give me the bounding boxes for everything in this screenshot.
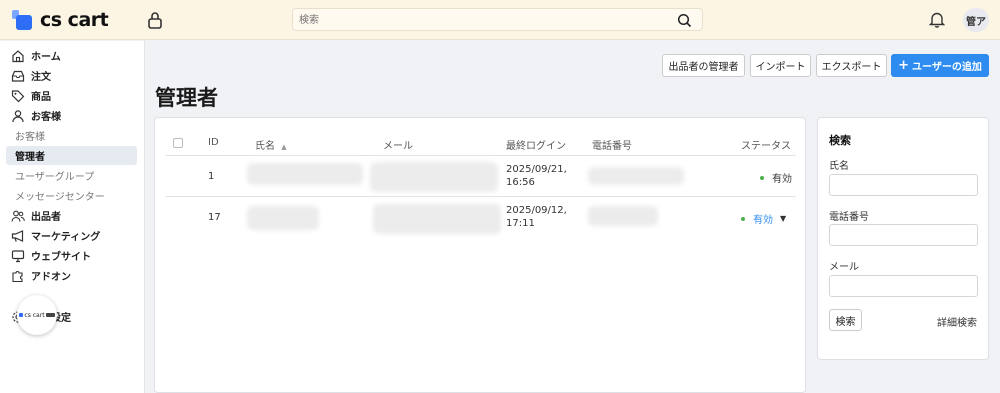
- sidebar-item-label: ユーザーグループ: [15, 172, 95, 183]
- last-login-time: 17:11: [506, 218, 535, 229]
- column-header-name-label: 氏名: [255, 141, 275, 152]
- search-panel: 検索 氏名 電話番号 メール 検索 詳細検索: [817, 117, 989, 360]
- cs-cart-badge[interactable]: cs cart: [17, 295, 57, 335]
- logo[interactable]: cs cart: [12, 8, 109, 32]
- column-header-last-login[interactable]: 最終ログイン: [506, 137, 566, 152]
- last-login-time: 16:56: [506, 177, 535, 188]
- redacted-email: [370, 162, 498, 192]
- status-dot-icon: [760, 175, 764, 180]
- sidebar-item-label: 管理者: [15, 152, 45, 163]
- row-last-login: 2025/09/21, 16:56: [506, 163, 567, 189]
- sidebar-item-marketing[interactable]: マーケティング: [6, 226, 137, 245]
- advanced-search-link[interactable]: 詳細検索: [937, 314, 977, 329]
- monitor-icon: [11, 249, 25, 262]
- add-user-button[interactable]: + ユーザーの追加: [891, 54, 989, 77]
- plus-icon: +: [898, 58, 910, 73]
- search-icon[interactable]: [677, 13, 692, 28]
- row-id: 17: [208, 212, 221, 223]
- column-header-name[interactable]: 氏名 ▲: [255, 137, 287, 152]
- column-header-status[interactable]: ステータス: [741, 137, 791, 152]
- inbox-icon: [11, 70, 25, 82]
- lock-icon[interactable]: [147, 11, 163, 29]
- sidebar-item-label: 商品: [31, 92, 51, 103]
- chevron-down-icon: ▼: [780, 214, 787, 223]
- sort-asc-icon: ▲: [281, 143, 287, 151]
- sidebar-item-customers-list[interactable]: お客様: [6, 126, 137, 145]
- badge-logo-icon: [19, 313, 24, 317]
- logo-text: cs cart: [40, 9, 109, 31]
- add-user-label: ユーザーの追加: [912, 62, 982, 73]
- sidebar-item-administrators[interactable]: 管理者: [6, 146, 137, 165]
- column-header-phone[interactable]: 電話番号: [592, 137, 632, 152]
- sidebar-item-addons[interactable]: アドオン: [6, 266, 137, 285]
- sidebar-item-products[interactable]: 商品: [6, 86, 137, 105]
- global-search: [292, 8, 703, 31]
- search-input[interactable]: [299, 12, 669, 28]
- badge-tag-icon: [45, 313, 55, 317]
- sidebar-item-label: メッセージセンター: [15, 192, 105, 203]
- logo-mark-icon: [12, 10, 34, 30]
- search-panel-title: 検索: [829, 134, 851, 147]
- row-last-login: 2025/09/12, 17:11: [506, 204, 567, 230]
- status-label: 有効: [753, 215, 773, 226]
- column-header-id[interactable]: ID: [208, 137, 219, 148]
- row-divider: [166, 196, 796, 197]
- header-divider: [166, 155, 796, 156]
- users-icon: [11, 210, 25, 222]
- import-button[interactable]: インポート: [750, 54, 811, 77]
- tag-icon: [11, 89, 25, 102]
- sidebar-item-label: マーケティング: [31, 232, 101, 243]
- status-dropdown[interactable]: 有効 ▼: [741, 211, 786, 226]
- top-bar: cs cart 管ア: [0, 0, 1000, 40]
- status-dot-icon: [741, 216, 745, 221]
- home-icon: [12, 49, 24, 62]
- sidebar-item-label: ホーム: [31, 52, 61, 63]
- last-login-date: 2025/09/12,: [506, 205, 567, 216]
- sidebar: ホーム 注文 商品 お客様 お客様 管理者 ユーザーグループ メッセージセンター…: [0, 41, 145, 393]
- badge-text: cs cart: [24, 311, 45, 319]
- redacted-name: [247, 163, 363, 185]
- redacted-name: [247, 206, 319, 230]
- sidebar-item-orders[interactable]: 注文: [6, 66, 137, 85]
- name-field-label: 氏名: [829, 161, 849, 172]
- sidebar-item-website[interactable]: ウェブサイト: [6, 246, 137, 265]
- bell-icon[interactable]: [929, 11, 945, 28]
- avatar[interactable]: 管ア: [963, 8, 989, 32]
- admin-table: ID 氏名 ▲ メール 最終ログイン 電話番号 ステータス 1 2025/09/…: [154, 117, 806, 393]
- megaphone-icon: [11, 229, 24, 242]
- sidebar-item-label: お客様: [15, 132, 45, 143]
- puzzle-icon: [12, 270, 23, 282]
- phone-field[interactable]: [829, 224, 978, 246]
- sidebar-item-label: ウェブサイト: [31, 252, 91, 263]
- status-badge[interactable]: 有効: [760, 170, 792, 185]
- export-button[interactable]: エクスポート: [816, 54, 887, 77]
- status-label: 有効: [772, 174, 792, 185]
- sidebar-item-customers[interactable]: お客様: [6, 106, 137, 125]
- column-header-email[interactable]: メール: [383, 137, 413, 152]
- sidebar-item-user-groups[interactable]: ユーザーグループ: [6, 166, 137, 185]
- sidebar-item-vendors[interactable]: 出品者: [6, 206, 137, 225]
- sidebar-item-label: 注文: [31, 72, 51, 83]
- sidebar-item-label: 出品者: [31, 212, 61, 223]
- sidebar-item-message-center[interactable]: メッセージセンター: [6, 186, 137, 205]
- name-field[interactable]: [829, 174, 978, 196]
- sidebar-item-label: アドオン: [31, 272, 71, 283]
- sidebar-item-label: お客様: [31, 112, 61, 123]
- row-id: 1: [208, 171, 215, 182]
- select-all-checkbox[interactable]: [173, 138, 183, 148]
- last-login-date: 2025/09/21,: [506, 164, 567, 175]
- sidebar-item-home[interactable]: ホーム: [6, 46, 137, 65]
- redacted-phone: [588, 206, 658, 226]
- search-button[interactable]: 検索: [829, 309, 862, 331]
- phone-field-label: 電話番号: [829, 212, 869, 223]
- email-field-label: メール: [829, 262, 859, 273]
- page-title: 管理者: [155, 86, 218, 110]
- vendor-admins-button[interactable]: 出品者の管理者: [662, 54, 745, 77]
- redacted-phone: [588, 167, 684, 185]
- redacted-email: [373, 204, 501, 234]
- email-field[interactable]: [829, 275, 978, 297]
- user-icon: [12, 109, 24, 122]
